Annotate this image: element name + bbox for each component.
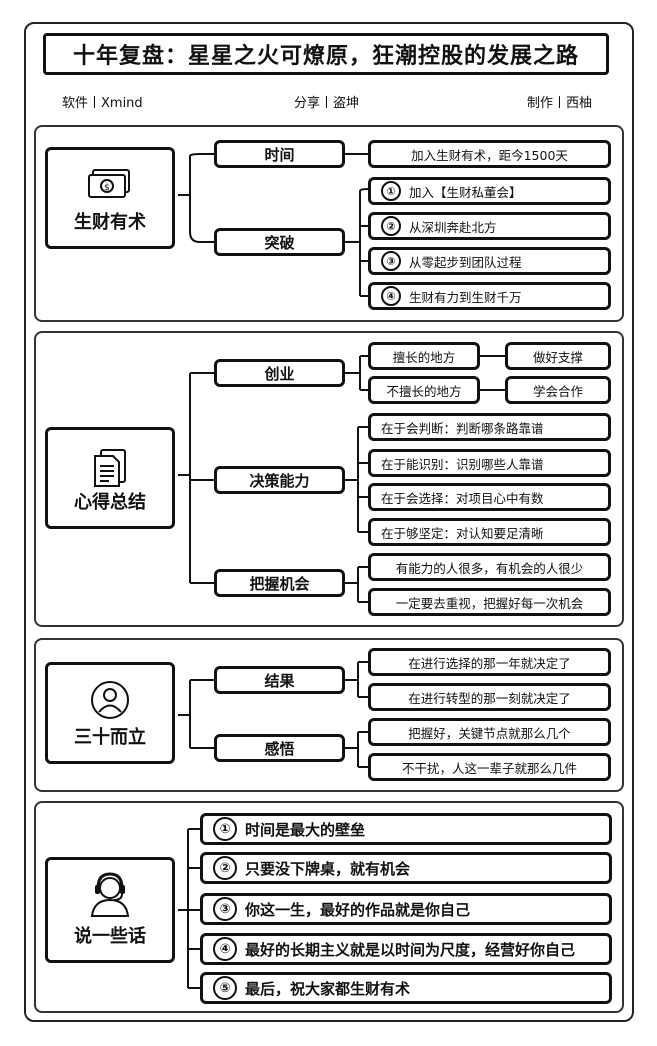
section-card-xinde: 心得总结 bbox=[45, 427, 175, 529]
leaf-text: 时间是最大的壁垒 bbox=[245, 820, 366, 839]
headset-person-icon bbox=[48, 868, 172, 918]
section-label: 心得总结 bbox=[74, 492, 146, 513]
leaf-item: 把握好，关键节点就那么几个 bbox=[368, 718, 611, 746]
leaf-text: 你这一生，最好的作品就是你自己 bbox=[245, 900, 471, 919]
leaf-text: 加入【生财私董会】 bbox=[409, 184, 522, 200]
leaf-text: 最好的长期主义就是以时间为尺度，经营好你自己 bbox=[245, 940, 576, 959]
document-icon bbox=[48, 448, 172, 488]
branch-shijian: 时间 bbox=[214, 140, 345, 168]
leaf-item: 一定要去重视，把握好每一次机会 bbox=[368, 588, 611, 616]
leaf-item: ② 只要没下牌桌，就有机会 bbox=[200, 852, 612, 884]
user-icon bbox=[48, 679, 172, 721]
leaf-item: ③ 从零起步到团队过程 bbox=[368, 247, 611, 275]
section-card-shuohua: 说一些话 bbox=[45, 857, 175, 963]
number-badge: ② bbox=[381, 216, 401, 236]
leaf-item: ④ 最好的长期主义就是以时间为尺度，经营好你自己 bbox=[200, 933, 612, 965]
section-label: 三十而立 bbox=[74, 727, 146, 748]
number-badge: ③ bbox=[213, 897, 237, 921]
number-badge: ⑤ bbox=[213, 976, 237, 1000]
svg-text:$: $ bbox=[104, 183, 110, 193]
leaf-item: 有能力的人很多，有机会的人很少 bbox=[368, 553, 611, 581]
leaf-item: ① 加入【生财私董会】 bbox=[368, 177, 611, 205]
branch-bawo: 把握机会 bbox=[214, 569, 345, 597]
leaf-item: ③ 你这一生，最好的作品就是你自己 bbox=[200, 893, 612, 925]
number-badge: ① bbox=[213, 817, 237, 841]
number-badge: ② bbox=[213, 856, 237, 880]
section-label: 说一些话 bbox=[74, 926, 146, 947]
leaf-text: 生财有力到生财千万 bbox=[409, 289, 522, 305]
leaf-item: 在于会选择：对项目心中有数 bbox=[368, 483, 611, 511]
leaf-item: ① 时间是最大的壁垒 bbox=[200, 813, 612, 845]
leaf-item: ② 从深圳奔赴北方 bbox=[368, 212, 611, 240]
leaf-item: 加入生财有术，距今1500天 bbox=[368, 140, 611, 168]
leaf-text: 从零起步到团队过程 bbox=[409, 254, 522, 270]
leaf-text: 只要没下牌桌，就有机会 bbox=[245, 859, 411, 878]
money-icon: $ bbox=[48, 168, 172, 202]
leaf-text: 从深圳奔赴北方 bbox=[409, 219, 497, 235]
leaf-item: 学会合作 bbox=[505, 376, 611, 404]
branch-juece: 决策能力 bbox=[214, 466, 345, 494]
leaf-text: 最后，祝大家都生财有术 bbox=[245, 979, 411, 998]
leaf-item: ⑤ 最后，祝大家都生财有术 bbox=[200, 972, 612, 1004]
leaf-item: 在于会判断：判断哪条路靠谱 bbox=[368, 413, 611, 441]
branch-jieguo: 结果 bbox=[214, 666, 345, 694]
number-badge: ① bbox=[381, 181, 401, 201]
leaf-item: ④ 生财有力到生财千万 bbox=[368, 282, 611, 310]
number-badge: ③ bbox=[381, 251, 401, 271]
branch-tupo: 突破 bbox=[214, 228, 345, 256]
leaf-item: 在于能识别：识别哪些人靠谱 bbox=[368, 449, 611, 477]
branch-chuangye: 创业 bbox=[214, 359, 345, 387]
leaf-item: 不擅长的地方 bbox=[368, 376, 480, 404]
number-badge: ④ bbox=[213, 937, 237, 961]
leaf-item: 在进行转型的那一刻就决定了 bbox=[368, 683, 611, 711]
leaf-item: 不干扰，人这一辈子就那么几件 bbox=[368, 753, 611, 781]
branch-ganwu: 感悟 bbox=[214, 734, 345, 762]
number-badge: ④ bbox=[381, 286, 401, 306]
leaf-item: 做好支撑 bbox=[505, 342, 611, 370]
section-card-sanshi: 三十而立 bbox=[45, 662, 175, 764]
section-label: 生财有术 bbox=[74, 212, 146, 233]
leaf-item: 在于够坚定：对认知要足清晰 bbox=[368, 518, 611, 546]
leaf-item: 在进行选择的那一年就决定了 bbox=[368, 648, 611, 676]
section-card-shengcai: $ 生财有术 bbox=[45, 147, 175, 249]
leaf-item: 擅长的地方 bbox=[368, 342, 480, 370]
